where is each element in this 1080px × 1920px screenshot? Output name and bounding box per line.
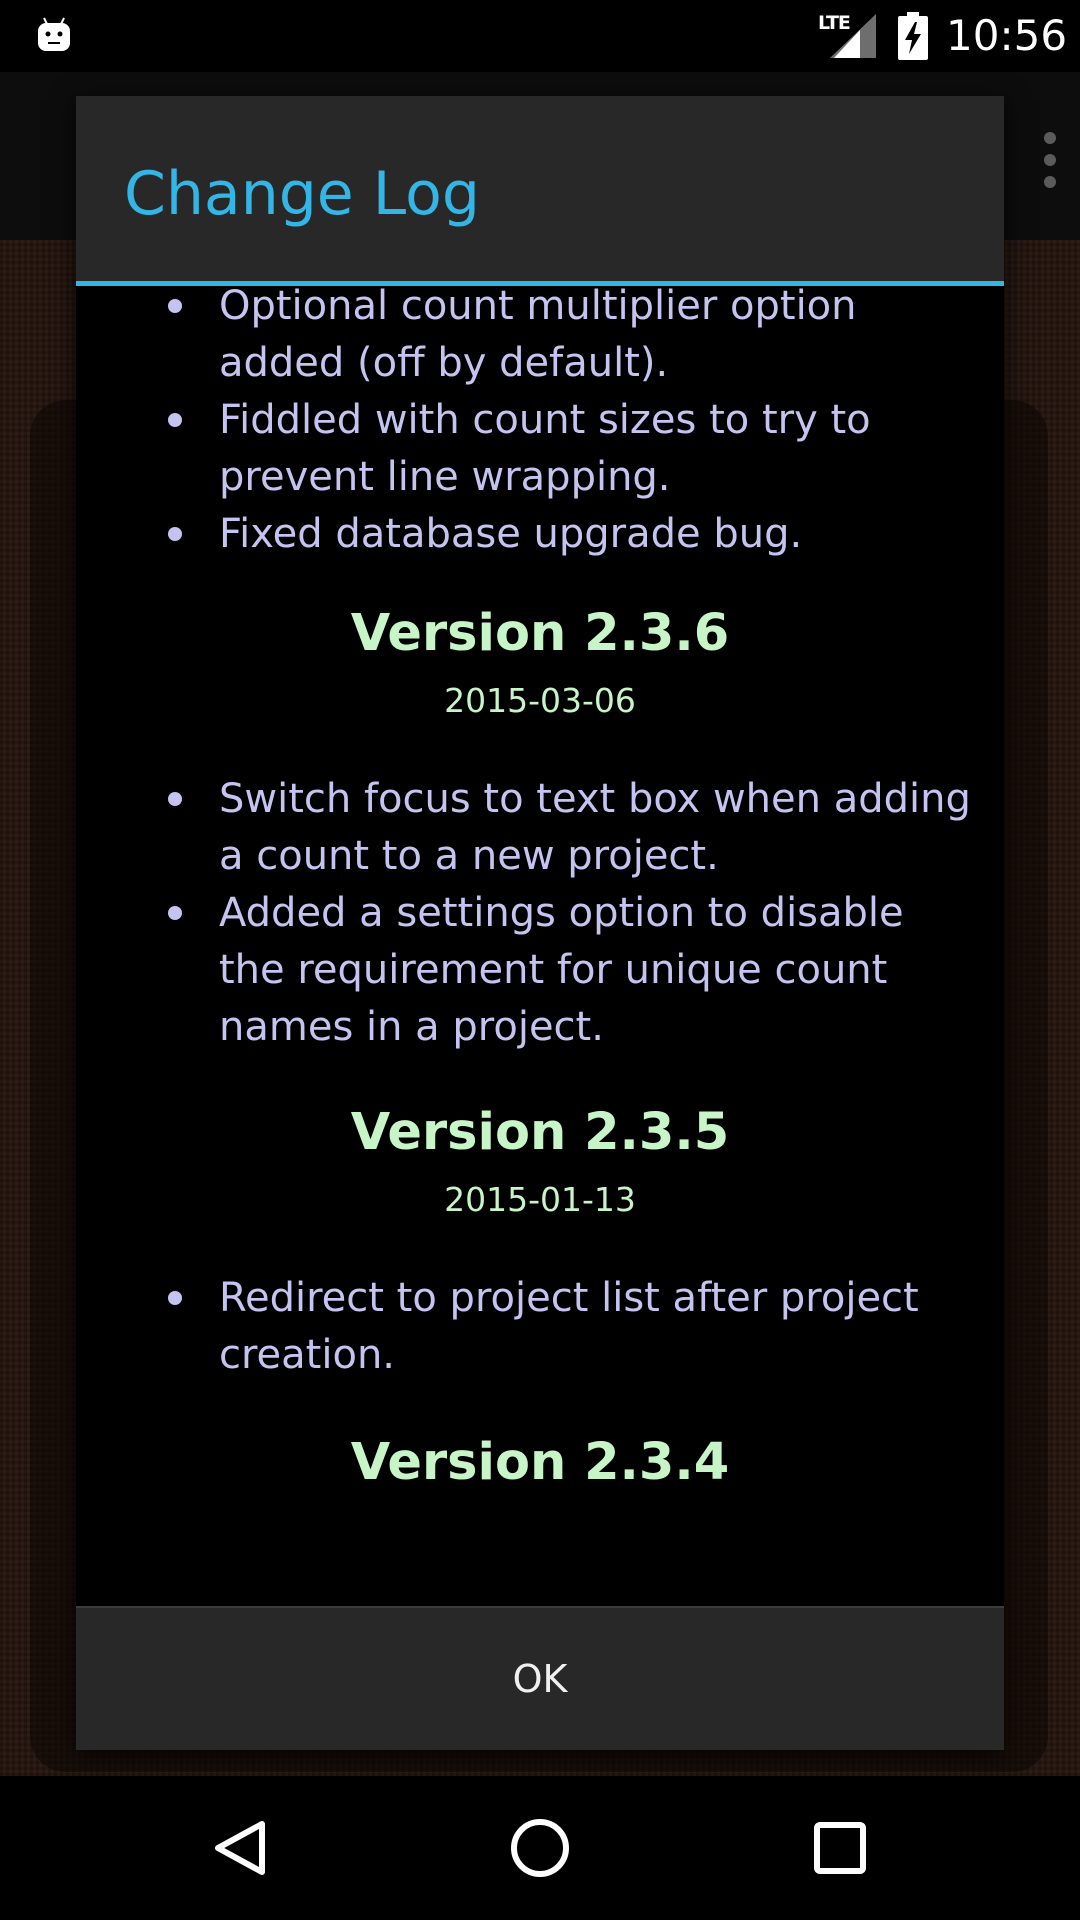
ok-button[interactable]: OK [76, 1608, 1004, 1750]
list-item: Fiddled with count sizes to try to preve… [76, 392, 1004, 506]
status-bar: LTE 10:56 [0, 0, 1080, 72]
home-icon [511, 1819, 569, 1877]
battery-charging-icon [898, 12, 928, 60]
nav-recents-button[interactable] [750, 1776, 930, 1920]
bullet-icon [168, 906, 182, 920]
bullet-icon [168, 527, 182, 541]
list-item: Switch focus to text box when adding a c… [76, 771, 1004, 885]
list-item: Added a settings option to disable the r… [76, 885, 1004, 1056]
dialog-header: Change Log [76, 96, 1004, 286]
navigation-bar [0, 1776, 1080, 1920]
changelog-list: Switch focus to text box when adding a c… [76, 771, 1004, 1056]
version-heading: Version 2.3.6 [350, 604, 730, 663]
android-notification-icon [38, 17, 70, 51]
recents-icon [814, 1822, 866, 1874]
list-item: Optional count multiplier option added (… [76, 286, 1004, 392]
bullet-icon [168, 413, 182, 427]
signal-icon [830, 14, 876, 58]
dialog-footer: OK [76, 1606, 1004, 1750]
version-block: Version 2.3.5 2015-01-13 [76, 1098, 1004, 1224]
nav-home-button[interactable] [450, 1776, 630, 1920]
bullet-icon [168, 1291, 182, 1305]
nav-back-button[interactable] [150, 1776, 330, 1920]
changelog-content: Optional count multiplier option added (… [76, 286, 1004, 1498]
screen: LTE 10:56 Change Log Optional count mult… [0, 0, 1080, 1920]
bullet-icon [168, 792, 182, 806]
changelog-dialog: Change Log Optional count multiplier opt… [76, 96, 1004, 1750]
list-item: Redirect to project list after project c… [76, 1270, 1004, 1384]
version-date: 2015-01-13 [444, 1180, 636, 1219]
version-date: 2015-03-06 [444, 681, 636, 720]
list-item: Fixed database upgrade bug. [76, 506, 1004, 563]
version-heading: Version 2.3.4 [350, 1433, 730, 1492]
back-icon [215, 1821, 265, 1875]
changelog-scroll-area[interactable]: Optional count multiplier option added (… [76, 286, 1004, 1702]
dialog-title: Change Log [124, 159, 480, 229]
version-block: Version 2.3.4 [76, 1428, 1004, 1498]
version-heading: Version 2.3.5 [350, 1103, 730, 1162]
bullet-icon [168, 299, 182, 313]
version-block: Version 2.3.6 2015-03-06 [76, 599, 1004, 725]
status-time: 10:56 [946, 11, 1068, 60]
changelog-list: Optional count multiplier option added (… [76, 286, 1004, 563]
changelog-list: Redirect to project list after project c… [76, 1270, 1004, 1384]
